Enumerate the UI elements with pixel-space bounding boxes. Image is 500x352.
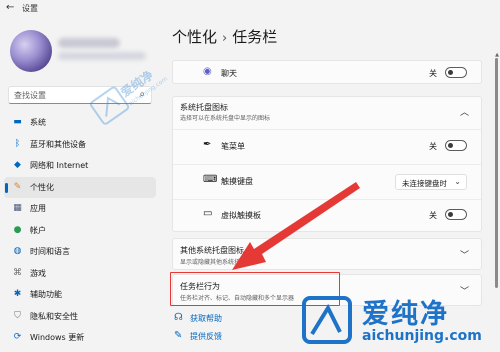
watermark-large: 爱纯净 aichunjing.com — [300, 292, 496, 348]
watermark-large-brand: 爱纯净 — [362, 299, 449, 330]
watermark-logo-icon — [302, 296, 352, 344]
settings-window: ← 设置 查找设置 ⌕ ▬ 系统 ᛒ 蓝牙和其他设备 ◆ 网络和 Internet ✎ 个性化… — [0, 0, 500, 352]
watermark-large-url: aichunjing.com — [362, 328, 482, 344]
arrow-shape — [232, 182, 360, 270]
